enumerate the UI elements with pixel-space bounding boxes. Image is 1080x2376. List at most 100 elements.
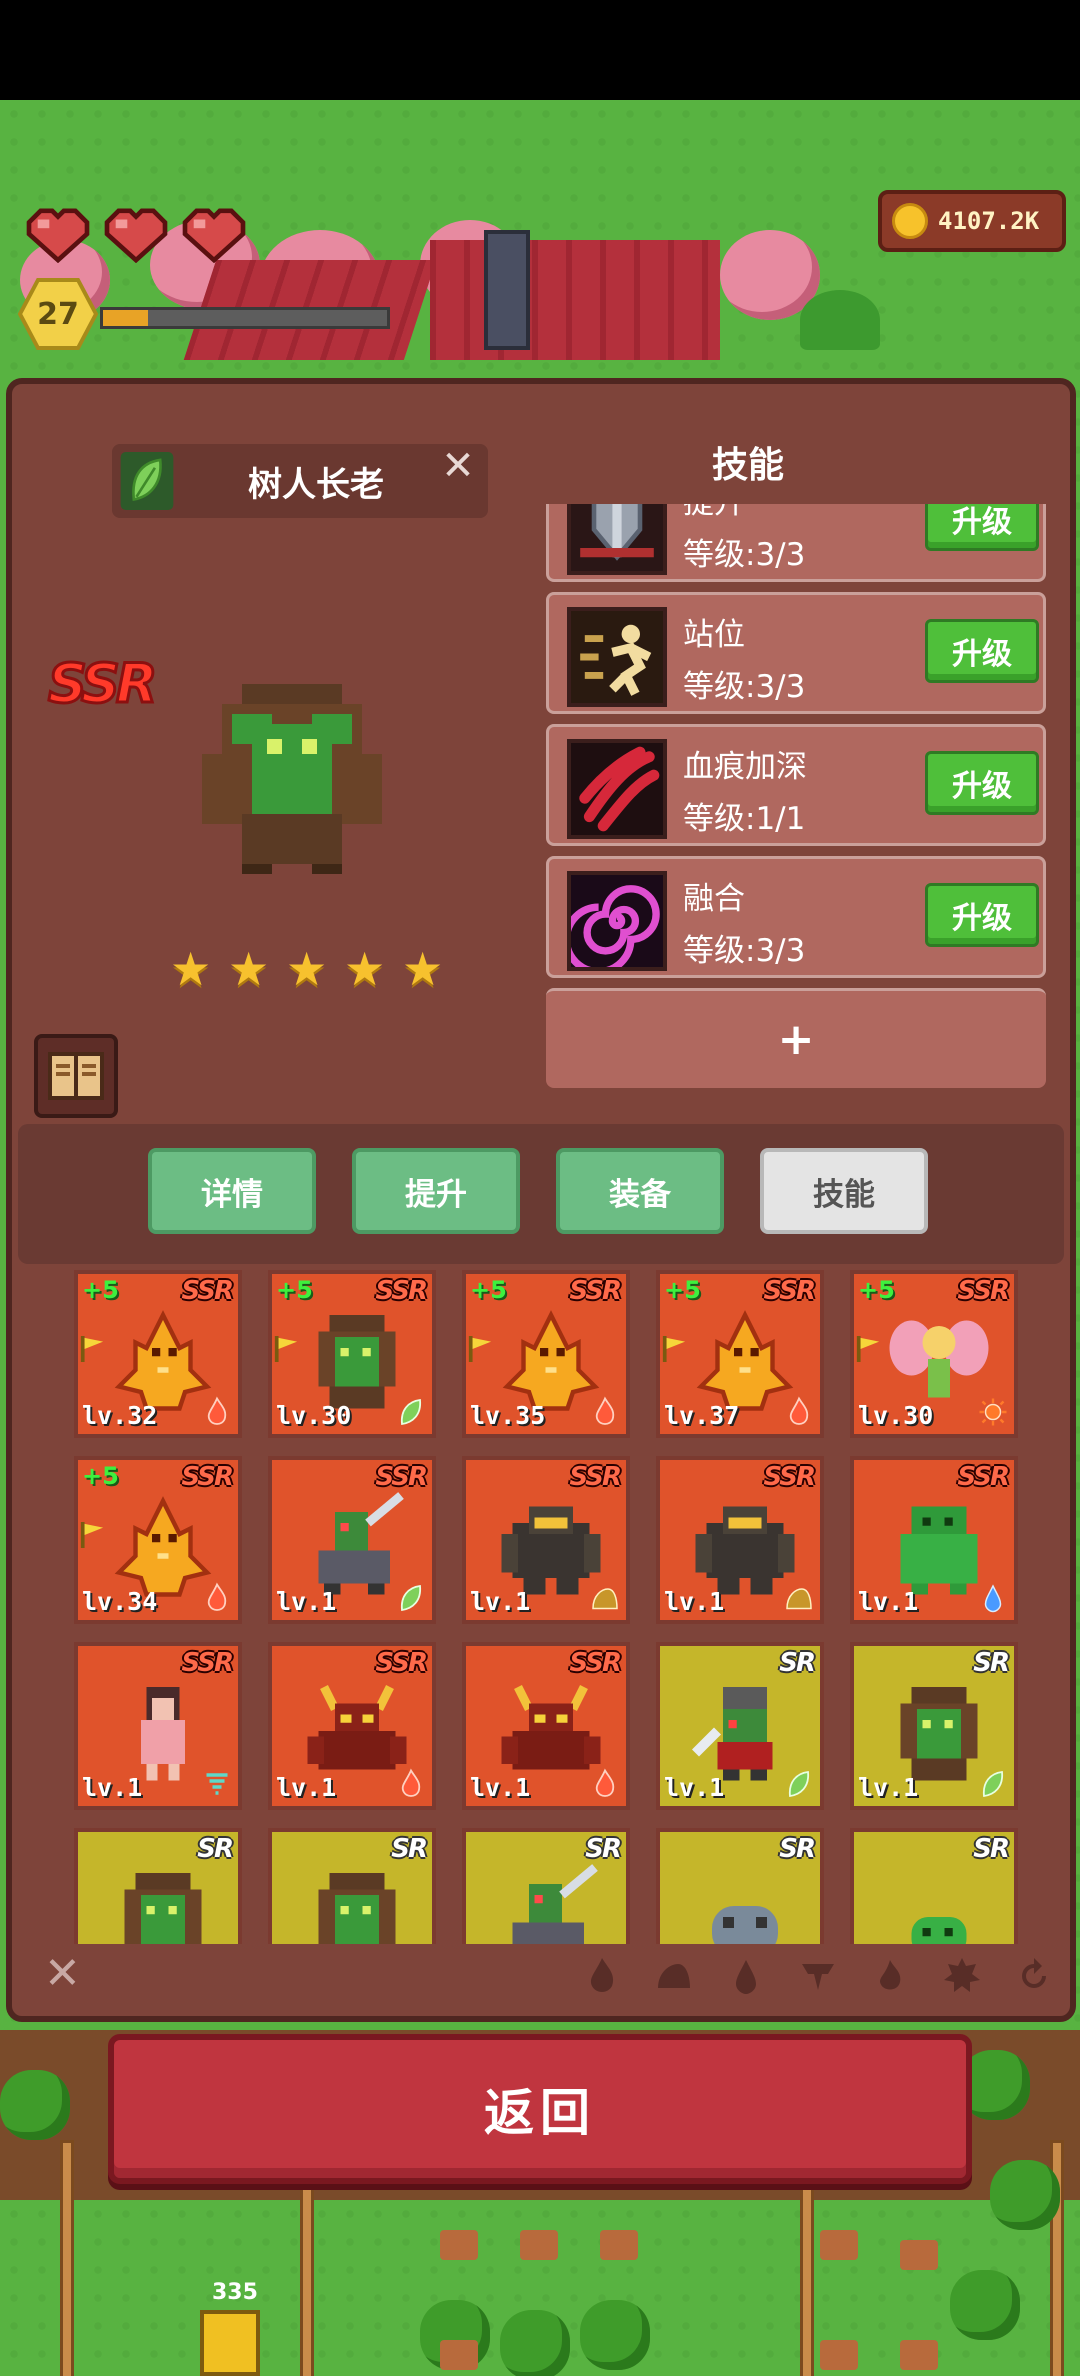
book-button[interactable]	[34, 1034, 118, 1118]
unit-card[interactable]: SSR lv.1	[74, 1642, 242, 1810]
unit-card[interactable]: SR	[462, 1828, 630, 1944]
skill-card: 提升 等级:3/3 升级	[546, 504, 1046, 582]
fire-element-icon	[784, 1396, 814, 1428]
upgrade-button[interactable]: 升级	[925, 619, 1039, 683]
unit-card[interactable]: SR lv.1	[850, 1642, 1018, 1810]
flag-icon	[80, 1522, 104, 1548]
unit-card[interactable]: SR lv.1	[656, 1642, 824, 1810]
skill-level: 等级:3/3	[683, 669, 806, 705]
unit-card[interactable]: +5 SSR lv.32	[74, 1270, 242, 1438]
upgrade-button[interactable]: 升级	[925, 883, 1039, 947]
player-level-badge[interactable]: 27	[18, 278, 98, 350]
orc-rider-sprite	[496, 1862, 606, 1944]
coin-counter[interactable]: 4107.2K	[878, 190, 1066, 252]
rank-badge: SSR	[569, 1276, 622, 1306]
unit-level: lv.1	[276, 1587, 337, 1616]
unit-level: lv.1	[664, 1773, 725, 1802]
close-filter-icon[interactable]: ✕	[44, 1948, 81, 1999]
farmer-counter: 335	[212, 2280, 258, 2305]
unit-level: lv.1	[470, 1773, 531, 1802]
farmer-character	[200, 2310, 260, 2376]
fire-element-icon	[396, 1768, 426, 1800]
unit-card[interactable]: SR	[74, 1828, 242, 1944]
unit-card[interactable]: SR	[268, 1828, 436, 1944]
status-bar	[0, 0, 1080, 100]
rank-badge: SR	[973, 1834, 1010, 1864]
unit-card[interactable]: +5 SSR lv.30	[850, 1270, 1018, 1438]
hero-star-rating: ★ ★ ★ ★ ★	[170, 942, 443, 996]
gear-filter-icon[interactable]	[942, 1956, 982, 1996]
unit-card[interactable]: +5 SSR lv.30	[268, 1270, 436, 1438]
rank-badge: SR	[391, 1834, 428, 1864]
close-icon[interactable]: ✕	[438, 446, 478, 486]
claw-skill-icon	[567, 739, 667, 839]
flag-icon	[274, 1336, 298, 1362]
unit-card[interactable]: SR	[656, 1828, 824, 1944]
rank-badge: SSR	[181, 1276, 234, 1306]
unit-card[interactable]: SSR lv.1	[850, 1456, 1018, 1624]
star-icon: ★	[286, 942, 328, 996]
unit-card[interactable]: SSR lv.1	[268, 1642, 436, 1810]
unit-roster-grid[interactable]: +5 SSR lv.32 +5 SSR lv.30 +5 SSR lv.35 +5 SSR lv.37…	[22, 1264, 1062, 1944]
xp-fill	[103, 310, 149, 326]
tab-upgrade[interactable]: 提升	[352, 1148, 520, 1234]
skills-title: 技能	[712, 445, 785, 486]
unit-card[interactable]: SR	[850, 1828, 1018, 1944]
wind-filter-icon[interactable]	[798, 1956, 838, 1996]
skill-level: 等级:3/3	[683, 537, 806, 573]
rank-badge: SR	[973, 1648, 1010, 1678]
fire-element-icon	[590, 1768, 620, 1800]
hero-detail-panel: 树人长老 ✕ SSR ★ ★ ★ ★ ★ 技能 等级:3/3 升级 站位 等级:…	[6, 378, 1076, 2022]
flag-icon	[662, 1336, 686, 1362]
add-skill-button[interactable]: +	[546, 988, 1046, 1088]
leaf-element-icon	[784, 1768, 814, 1800]
unit-card[interactable]: +5 SSR lv.34	[74, 1456, 242, 1624]
treant-elder-sprite	[202, 684, 382, 874]
book-icon	[48, 1052, 104, 1100]
unit-level: lv.1	[276, 1773, 337, 1802]
unit-card[interactable]: SSR lv.1	[656, 1456, 824, 1624]
earth-filter-icon[interactable]	[654, 1956, 694, 1996]
rank-badge: SSR	[181, 1462, 234, 1492]
upgrade-button[interactable]: 升级	[925, 751, 1039, 815]
plus-badge: +5	[664, 1276, 701, 1304]
coin-amount: 4107.2K	[938, 207, 1040, 235]
rank-badge: SR	[779, 1834, 816, 1864]
water-filter-icon[interactable]	[726, 1956, 766, 1996]
upgrade-button[interactable]: 升级	[925, 504, 1039, 551]
refresh-filter-icon[interactable]	[1014, 1956, 1054, 1996]
tab-details[interactable]: 详情	[148, 1148, 316, 1234]
back-button[interactable]: 返回	[108, 2034, 972, 2184]
plus-badge: +5	[276, 1276, 313, 1304]
rank-badge: SR	[585, 1834, 622, 1864]
flag-icon	[856, 1336, 880, 1362]
xp-bar	[100, 307, 390, 329]
fire-element-icon	[202, 1582, 232, 1614]
stone-beast-sprite	[690, 1862, 800, 1944]
flag-icon	[80, 1336, 104, 1362]
fire-filter-icon[interactable]	[582, 1956, 622, 1996]
unit-card[interactable]: SSR lv.1	[462, 1642, 630, 1810]
leaf-element-icon	[978, 1768, 1008, 1800]
skill-list[interactable]: 提升 等级:3/3 升级 站位 等级:3/3 升级 血痕加深 等级:1/1 升级…	[544, 504, 1052, 1124]
leaf-icon	[120, 452, 174, 510]
star-icon: ★	[170, 942, 212, 996]
unit-card[interactable]: SSR lv.1	[462, 1456, 630, 1624]
coin-icon	[892, 203, 928, 239]
unit-level: lv.32	[82, 1401, 158, 1430]
unit-level: lv.37	[664, 1401, 740, 1430]
unit-card[interactable]: +5 SSR lv.37	[656, 1270, 824, 1438]
tab-equipment[interactable]: 装备	[556, 1148, 724, 1234]
unit-card[interactable]: +5 SSR lv.35	[462, 1270, 630, 1438]
plus-badge: +5	[82, 1276, 119, 1304]
unit-level: lv.1	[82, 1773, 143, 1802]
spiral-skill-icon	[562, 871, 667, 976]
star-icon: ★	[344, 942, 386, 996]
flame-filter-icon[interactable]	[870, 1956, 910, 1996]
rank-badge: SSR	[763, 1462, 816, 1492]
rank-badge: SSR	[375, 1462, 428, 1492]
unit-card[interactable]: SSR lv.1	[268, 1456, 436, 1624]
flag-icon	[468, 1336, 492, 1362]
unit-level: lv.30	[276, 1401, 352, 1430]
tab-skills[interactable]: 技能	[760, 1148, 928, 1234]
